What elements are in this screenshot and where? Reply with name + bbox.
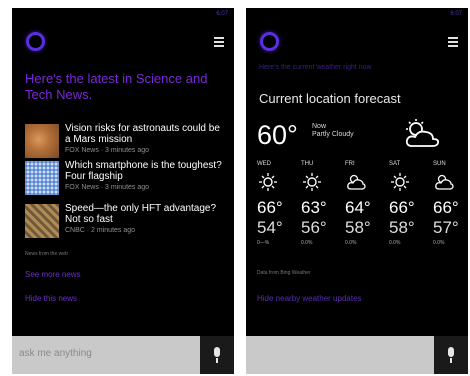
news-item[interactable]: Which smartphone is the toughest? Four f… (25, 160, 225, 197)
day-high: 66° (389, 198, 415, 217)
news-title: Vision risks for astronauts could be a M… (65, 123, 220, 145)
hide-weather-link[interactable]: Hide nearby weather updates (257, 294, 362, 303)
day-name: THU (301, 161, 314, 167)
day-name: SUN (433, 161, 446, 167)
microphone-icon (214, 347, 220, 357)
day-low: 57° (433, 218, 459, 237)
day-precip: 0.0% (301, 240, 313, 246)
hamburger-menu-icon[interactable] (214, 37, 224, 49)
cortana-circle-icon (26, 32, 45, 51)
day-high: 66° (257, 198, 283, 217)
forecast-title: Current location forecast (259, 91, 401, 106)
day-name: SAT (389, 161, 401, 167)
news-title: Speed—the only HFT advantage? Not so fas… (65, 203, 217, 225)
news-thumbnail (25, 161, 59, 195)
news-credit: News from the web (25, 251, 68, 257)
faded-response-text: Here's the current weather right now (259, 64, 372, 71)
day-name: FRI (345, 161, 355, 167)
now-label: Now (312, 123, 327, 130)
see-more-news-link[interactable]: See more news (25, 270, 81, 279)
day-high: 64° (345, 198, 371, 217)
day-high: 66° (433, 198, 459, 217)
day-precip: 0.0% (389, 240, 401, 246)
news-item[interactable]: Speed—the only HFT advantage? Not so fas… (25, 203, 225, 240)
day-low: 54° (257, 218, 283, 237)
partly-cloudy-icon (435, 174, 454, 190)
weather-source: Data from Bing Weather (257, 270, 311, 276)
news-thumbnail (25, 204, 59, 238)
day-low: 56° (301, 218, 327, 237)
ask-input[interactable] (246, 336, 434, 374)
cortana-circle-icon (260, 32, 279, 51)
partly-cloudy-icon (405, 119, 440, 147)
forecast-day: SUN 66° 57° 0.0% (433, 161, 463, 246)
ask-placeholder: ask me anything (19, 348, 92, 359)
day-low: 58° (345, 218, 371, 237)
news-headline: Here's the latest in Science and Tech Ne… (25, 71, 208, 102)
ask-input[interactable]: ask me anything (12, 336, 200, 374)
news-source: FOX News · 3 minutes ago (65, 184, 150, 191)
forecast-day: FRI 64° 58° 0.0% (345, 161, 385, 246)
phone-screen-news: 6:07 Here's the latest in Science and Te… (12, 8, 234, 374)
day-name: WED (257, 161, 271, 167)
news-title: Which smartphone is the toughest? Four f… (65, 160, 222, 182)
hide-news-link[interactable]: Hide this news (25, 294, 77, 303)
day-precip: 0—% (257, 240, 270, 246)
ask-bar: ask me anything (12, 336, 234, 374)
forecast-day: SAT 66° 58° 0.0% (389, 161, 429, 246)
microphone-icon (448, 347, 454, 357)
status-clock: 6:07 (450, 11, 462, 17)
day-high: 63° (301, 198, 327, 217)
ask-bar (246, 336, 468, 374)
microphone-button[interactable] (200, 336, 234, 374)
day-low: 58° (389, 218, 415, 237)
sun-icon (259, 173, 277, 191)
news-source: CNBC · 2 minutes ago (65, 227, 136, 234)
news-source: FOX News · 3 minutes ago (65, 147, 150, 154)
news-item[interactable]: Vision risks for astronauts could be a M… (25, 123, 225, 160)
news-thumbnail (25, 124, 59, 158)
phone-screen-weather: 6:07 Here's the current weather right no… (246, 8, 468, 374)
hamburger-menu-icon[interactable] (448, 37, 458, 49)
current-temperature: 60° (257, 120, 298, 150)
status-clock: 6:07 (216, 11, 228, 17)
microphone-button[interactable] (434, 336, 468, 374)
partly-cloudy-icon (347, 174, 366, 190)
forecast-day: WED 66° 54° 0—% (257, 161, 297, 246)
day-precip: 0.0% (433, 240, 445, 246)
forecast-day: THU 63° 56° 0.0% (301, 161, 341, 246)
day-precip: 0.0% (345, 240, 357, 246)
sun-icon (391, 173, 409, 191)
current-condition: Partly Cloudy (312, 131, 354, 138)
sun-icon (303, 173, 321, 191)
forecast-days: WED 66° 54° 0—% THU 63° 56° 0.0% FRI 64°… (257, 161, 463, 246)
